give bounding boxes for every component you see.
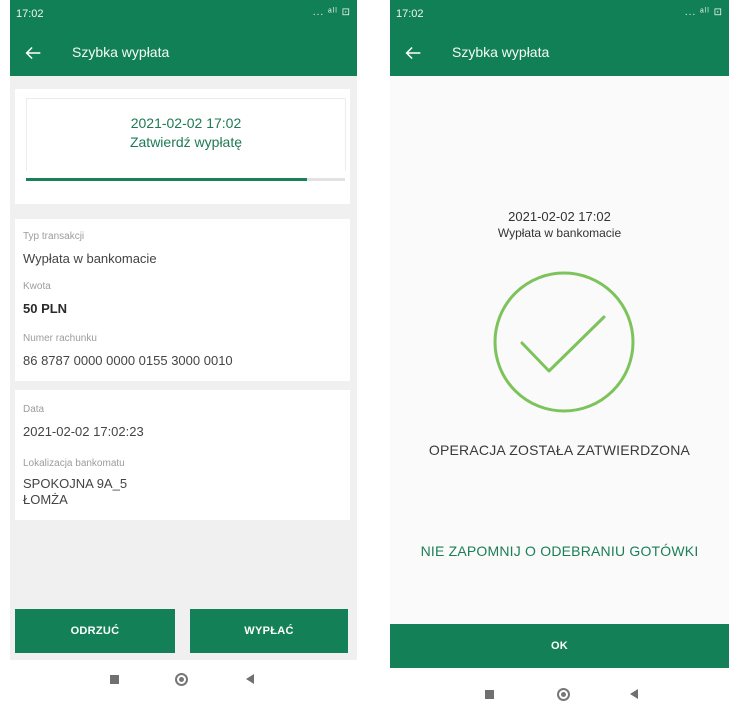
nav-home-icon[interactable] [557,688,570,701]
operation-status: OPERACJA ZOSTAŁA ZATWIERDZONA [428,442,691,458]
confirm-label: Zatwierdź wypłatę [129,134,243,150]
status-time: 17:02 [396,8,424,20]
account-number-value: 86 8787 0000 0000 0155 3000 0010 [23,353,233,368]
transaction-details-card: Typ transakcji Wypłata w bankomacie Kwot… [15,219,350,381]
operation-datetime: 2021-02-02 17:02 [508,209,611,224]
nav-recent-icon[interactable] [485,690,494,699]
phone-screen-success: 17:02 ... ᵃˡˡ ⊡ Szybka wypłata 2021-02-0… [390,0,729,702]
status-bar: 17:02 ... ᵃˡˡ ⊡ [10,0,357,30]
check-circle-icon [493,271,635,413]
content-area: 2021-02-02 17:02 Wypłata w bankomacie OP… [390,76,729,670]
reject-button[interactable]: ODRZUĆ [15,609,175,653]
atm-location-line2: ŁOMŻA [23,492,68,507]
nav-home-icon[interactable] [175,673,188,686]
withdraw-button[interactable]: WYPŁAĆ [190,609,348,653]
account-number-label: Numer rachunku [23,333,97,344]
nav-back-icon[interactable] [630,689,638,699]
confirm-datetime: 2021-02-02 17:02 [130,115,242,131]
operation-type: Wypłata w bankomacie [497,226,622,240]
phone-screen-confirm: 17:02 ... ᵃˡˡ ⊡ Szybka wypłata 2021-02-0… [10,0,357,702]
confirm-card: 2021-02-02 17:02 Zatwierdź wypłatę [15,89,350,204]
amount-label: Kwota [23,281,51,292]
nav-back-icon[interactable] [246,674,254,684]
progress-bar [26,178,345,181]
transaction-type-label: Typ transakcji [23,231,85,242]
date-value: 2021-02-02 17:02:23 [23,424,144,439]
cash-reminder: NIE ZAPOMNIJ O ODEBRANIU GOTÓWKI [420,543,699,559]
nav-recent-icon[interactable] [110,675,119,684]
atm-details-card: Data 2021-02-02 17:02:23 Lokalizacja ban… [15,390,350,520]
status-icons: ... ᵃˡˡ ⊡ [684,7,723,18]
status-time: 17:02 [16,8,44,20]
content-area: 2021-02-02 17:02 Zatwierdź wypłatę Typ t… [10,76,357,660]
atm-location-line1: SPOKOJNA 9A_5 [23,476,128,491]
progress-fill [26,178,307,181]
transaction-type-value: Wypłata w bankomacie [23,251,157,266]
back-arrow-icon[interactable] [402,42,424,64]
page-title: Szybka wypłata [452,44,550,60]
app-bar: Szybka wypłata [390,30,729,76]
date-label: Data [23,404,45,415]
system-nav-bar [10,660,357,702]
status-icons: ... ᵃˡˡ ⊡ [312,7,351,18]
app-bar: Szybka wypłata [10,30,357,76]
back-arrow-icon[interactable] [22,42,44,64]
page-title: Szybka wypłata [72,44,170,60]
amount-value: 50 PLN [23,301,68,316]
ok-button[interactable]: OK [390,624,729,668]
system-nav-bar [390,670,729,702]
confirm-box: 2021-02-02 17:02 Zatwierdź wypłatę [26,98,346,171]
status-bar: 17:02 ... ᵃˡˡ ⊡ [390,0,729,30]
atm-location-label: Lokalizacja bankomatu [23,458,125,469]
